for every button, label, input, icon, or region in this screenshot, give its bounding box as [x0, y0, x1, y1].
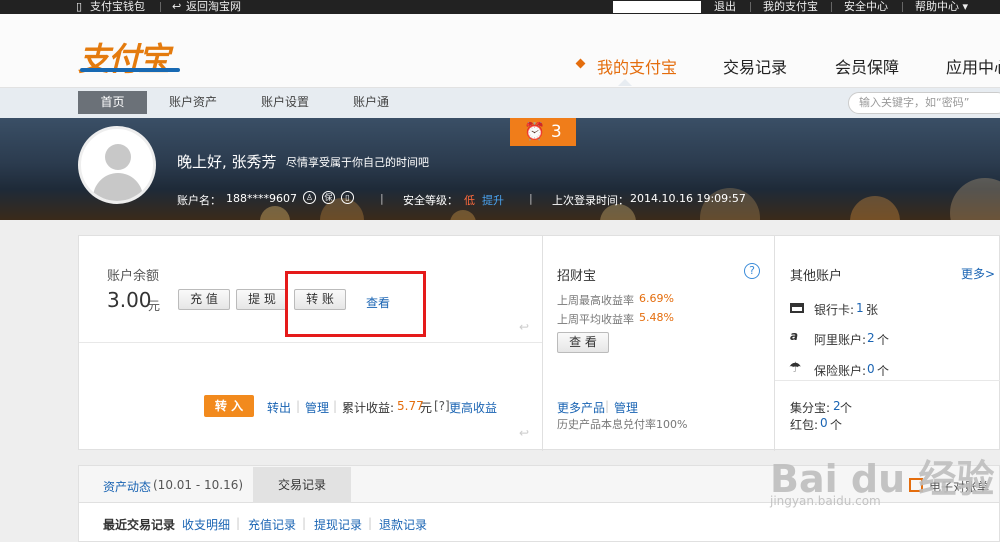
transfer-highlight-box: [285, 271, 426, 337]
more-accounts-link[interactable]: 更多>: [961, 265, 995, 282]
weekly-high-label: 上周最高收益率: [557, 294, 634, 307]
transfer-in-button[interactable]: 转 入: [204, 395, 254, 417]
my-alipay-link[interactable]: 我的支付宝: [763, 0, 818, 14]
recharge-button[interactable]: 充 值: [178, 289, 230, 310]
user-banner: 晚上好, 张秀芳 尽情享受属于你自己的时间吧 账户名： 188****9607 …: [0, 118, 1000, 220]
zhaocaibao-manage-link[interactable]: 管理: [614, 399, 638, 416]
wallet-link[interactable]: 支付宝钱包: [90, 0, 145, 14]
account-name-label: 账户名：: [177, 194, 221, 207]
back-to-taobao-link[interactable]: 返回淘宝网: [186, 0, 241, 14]
last-login-time: 2014.10.16 19:09:57: [630, 192, 746, 205]
earnings-unit: 元: [420, 401, 433, 415]
alarm-clock-icon: ⏰: [524, 122, 546, 142]
nav-caret-indicator: [618, 79, 632, 86]
active-nav-dot: [575, 58, 586, 69]
tab-asset-dynamic[interactable]: 资产动态: [103, 478, 151, 495]
income-expense-link[interactable]: 收支明细: [182, 516, 230, 533]
higher-earnings-link[interactable]: 更高收益: [449, 399, 497, 416]
hongbao-label: 红包:: [790, 418, 819, 432]
jifenbao-label: 集分宝:: [790, 401, 831, 415]
baidu-watermark-url: jingyan.baidu.com: [770, 494, 881, 508]
enter-icon: ↩: [519, 426, 530, 440]
recent-records-label: 最近交易记录: [103, 518, 176, 532]
security-level-label: 安全等级：: [403, 194, 458, 207]
nav-transactions[interactable]: 交易记录: [723, 54, 787, 78]
redacted-username: [613, 1, 701, 13]
balance-unit: 元: [148, 299, 161, 313]
help-center-menu[interactable]: 帮助中心 ▾: [915, 0, 968, 14]
sub-navigation: 首页 账户资产 账户设置 账户通 输入关键字，如“密码”: [0, 88, 1000, 118]
phone-icon[interactable]: ▯: [341, 191, 354, 204]
withdraw-button[interactable]: 提 现: [236, 289, 288, 310]
weekly-avg-label: 上周平均收益率: [557, 313, 634, 326]
balance-label: 账户余额: [107, 269, 160, 284]
aliyun-icon: a: [790, 329, 799, 343]
security-center-link[interactable]: 安全中心: [844, 0, 888, 14]
subtab-home[interactable]: 首页: [78, 91, 147, 114]
umbrella-icon: ☂: [789, 360, 802, 376]
nav-member-protection[interactable]: 会员保障: [835, 54, 899, 78]
alarm-count: 3: [550, 122, 562, 142]
return-icon: ↩: [172, 0, 182, 13]
top-utility-bar: ▯ 支付宝钱包 ↩ 返回淘宝网 退出 我的支付宝 安全中心 帮助中心 ▾: [0, 0, 1000, 14]
account-overview-panel: 账户余额 3.00 元 充 值 提 现 转 账 查看 ↩ 转 入 转出 | 管理…: [78, 235, 1000, 451]
earnings-label: 累计收益:: [342, 401, 395, 415]
balance-amount: 3.00: [107, 288, 152, 312]
bank-card-label: 银行卡:: [814, 303, 855, 317]
nav-my-alipay[interactable]: 我的支付宝: [597, 54, 677, 78]
zhaocaibao-view-button[interactable]: 查 看: [557, 332, 609, 353]
subtab-account-settings[interactable]: 账户设置: [252, 91, 318, 114]
tab-transaction-records[interactable]: 交易记录: [253, 467, 351, 503]
search-input[interactable]: 输入关键字，如“密码”: [848, 92, 1000, 114]
yuebao-manage-link[interactable]: 管理: [305, 399, 329, 416]
upgrade-security-link[interactable]: 提升: [482, 192, 504, 208]
subtab-account-connect[interactable]: 账户通: [340, 91, 402, 114]
insurance-label: 保险账户:: [814, 364, 867, 378]
weekly-avg-value: 5.48%: [639, 311, 674, 324]
protection-icon[interactable]: 保: [322, 191, 335, 204]
bank-card-icon: [790, 303, 804, 313]
recharge-records-link[interactable]: 充值记录: [248, 516, 296, 533]
recent-records-bar: 最近交易记录 收支明细 | 充值记录 | 提现记录 | 退款记录: [78, 503, 1000, 542]
weekly-high-value: 6.69%: [639, 292, 674, 305]
transfer-out-link[interactable]: 转出: [267, 399, 291, 416]
help-icon[interactable]: ?: [744, 263, 760, 279]
enter-icon: ↩: [519, 320, 530, 334]
date-range: (10.01 - 10.16): [153, 478, 244, 492]
zhaocaibao-title: 招财宝: [557, 269, 597, 284]
ali-account-count[interactable]: 2: [867, 331, 875, 345]
greeting-text: 晚上好, 张秀芳: [177, 153, 277, 171]
alipay-logo[interactable]: 支付宝: [78, 34, 180, 80]
earnings-help-icon[interactable]: [?]: [434, 399, 450, 413]
refund-records-link[interactable]: 退款记录: [379, 516, 427, 533]
main-header: 支付宝 我的支付宝 交易记录 会员保障 应用中心: [0, 14, 1000, 88]
insurance-count[interactable]: 0: [867, 362, 875, 376]
other-accounts-title: 其他账户: [790, 269, 843, 284]
bank-card-count[interactable]: 1: [856, 301, 864, 315]
security-level-value: 低: [464, 194, 475, 207]
identity-icon[interactable]: ♙: [303, 191, 316, 204]
wallet-icon: ▯: [76, 0, 83, 13]
history-payout-text: 历史产品本息兑付率100%: [557, 418, 688, 431]
last-login-label: 上次登录时间：: [552, 194, 629, 207]
greeting-subtext: 尽情享受属于你自己的时间吧: [286, 156, 429, 169]
logout-link[interactable]: 退出: [714, 0, 736, 14]
nav-app-center[interactable]: 应用中心: [946, 54, 1000, 78]
subtab-account-assets[interactable]: 账户资产: [160, 91, 226, 114]
hongbao-count[interactable]: 0: [820, 416, 828, 430]
account-name-value: 188****9607: [226, 192, 297, 205]
alarm-notification[interactable]: ⏰ 3: [510, 118, 576, 146]
user-avatar[interactable]: [78, 126, 156, 204]
withdraw-records-link[interactable]: 提现记录: [314, 516, 362, 533]
more-products-link[interactable]: 更多产品: [557, 399, 605, 416]
ali-account-label: 阿里账户:: [814, 333, 867, 347]
